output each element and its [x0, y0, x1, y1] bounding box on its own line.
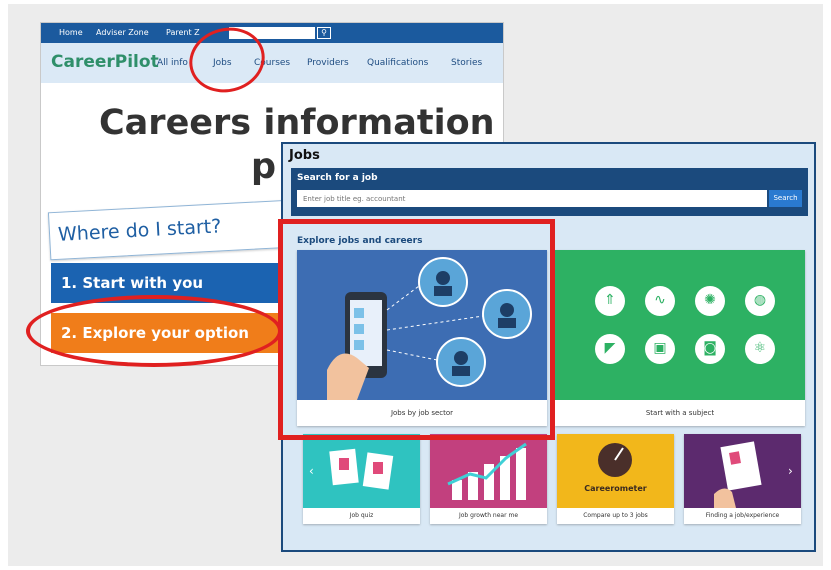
globe-icon: ◍ — [745, 286, 775, 316]
adviser-zone-link[interactable]: Adviser Zone — [96, 28, 149, 37]
explore-highlight-circle — [26, 295, 282, 367]
quiz-illustration — [303, 434, 420, 508]
sector-highlight-box — [278, 219, 555, 440]
page-title: Jobs — [289, 148, 320, 163]
nav-all-info[interactable]: All info — [157, 58, 188, 68]
quiz-icon — [329, 448, 394, 490]
search-button[interactable]: Search — [769, 190, 802, 207]
step1-label: 1. Start with you — [61, 274, 204, 292]
card-label-quiz: Job quiz — [349, 512, 374, 519]
growth-illustration — [430, 434, 547, 508]
parent-zone-link[interactable]: Parent Z — [166, 28, 200, 37]
subject-card[interactable]: ⇑ ∿ ✺ ◍ ◤ ▣ ◙ ⚛ Start with a subject — [555, 250, 805, 426]
subject-illustration: ⇑ ∿ ✺ ◍ ◤ ▣ ◙ ⚛ — [555, 250, 805, 400]
job-search-input[interactable] — [297, 190, 767, 207]
shoe-icon: ◤ — [595, 334, 625, 364]
where-start-bubble: Where do I start? — [47, 199, 293, 261]
bar-chart-icon — [447, 442, 527, 500]
nav-qualifications[interactable]: Qualifications — [367, 58, 428, 68]
carousel-next-icon[interactable]: › — [788, 464, 793, 478]
job-quiz-card[interactable]: Job quiz ‹ — [303, 434, 420, 524]
nav-stories[interactable]: Stories — [451, 58, 482, 68]
gauge-icon — [598, 443, 632, 477]
circuit-icon: ✺ — [695, 286, 725, 316]
search-title: Search for a job — [297, 173, 378, 183]
job-search-panel: Search for a job Search — [291, 168, 808, 216]
cv-illustration — [684, 434, 801, 508]
hero-heading-line2: p — [251, 147, 277, 187]
card-label-subject: Start with a subject — [645, 409, 715, 417]
careerometer-illustration: Careerometer — [557, 434, 674, 508]
finding-job-card[interactable]: Finding a job/experience › — [684, 434, 801, 524]
search-icon[interactable]: ⚲ — [317, 27, 331, 39]
camera-icon: ◙ — [695, 334, 725, 364]
careerometer-label: Careerometer — [584, 484, 647, 493]
main-nav: CareerPilot All info Jobs Courses Provid… — [41, 43, 503, 83]
top-bar: Home Adviser Zone Parent Z ⚲ — [41, 23, 503, 43]
careerometer-card[interactable]: Careerometer Compare up to 3 jobs — [557, 434, 674, 524]
card-label-compare: Compare up to 3 jobs — [583, 512, 648, 519]
careerpilot-logo[interactable]: CareerPilot — [51, 52, 159, 72]
nav-providers[interactable]: Providers — [307, 58, 349, 68]
arrow-up-icon: ⇑ — [595, 286, 625, 316]
hero-heading: Careers information a — [99, 103, 504, 143]
chart-icon: ∿ — [645, 286, 675, 316]
bubble-text: Where do I start? — [57, 215, 222, 246]
cv-icon — [714, 441, 762, 508]
card-label-finding: Finding a job/experience — [705, 512, 780, 519]
card-label-growth: Job growth near me — [458, 512, 519, 519]
train-icon: ▣ — [645, 334, 675, 364]
atom-icon: ⚛ — [745, 334, 775, 364]
home-link[interactable]: Home — [59, 28, 83, 37]
job-growth-card[interactable]: Job growth near me — [430, 434, 547, 524]
carousel-prev-icon[interactable]: ‹ — [309, 464, 314, 478]
